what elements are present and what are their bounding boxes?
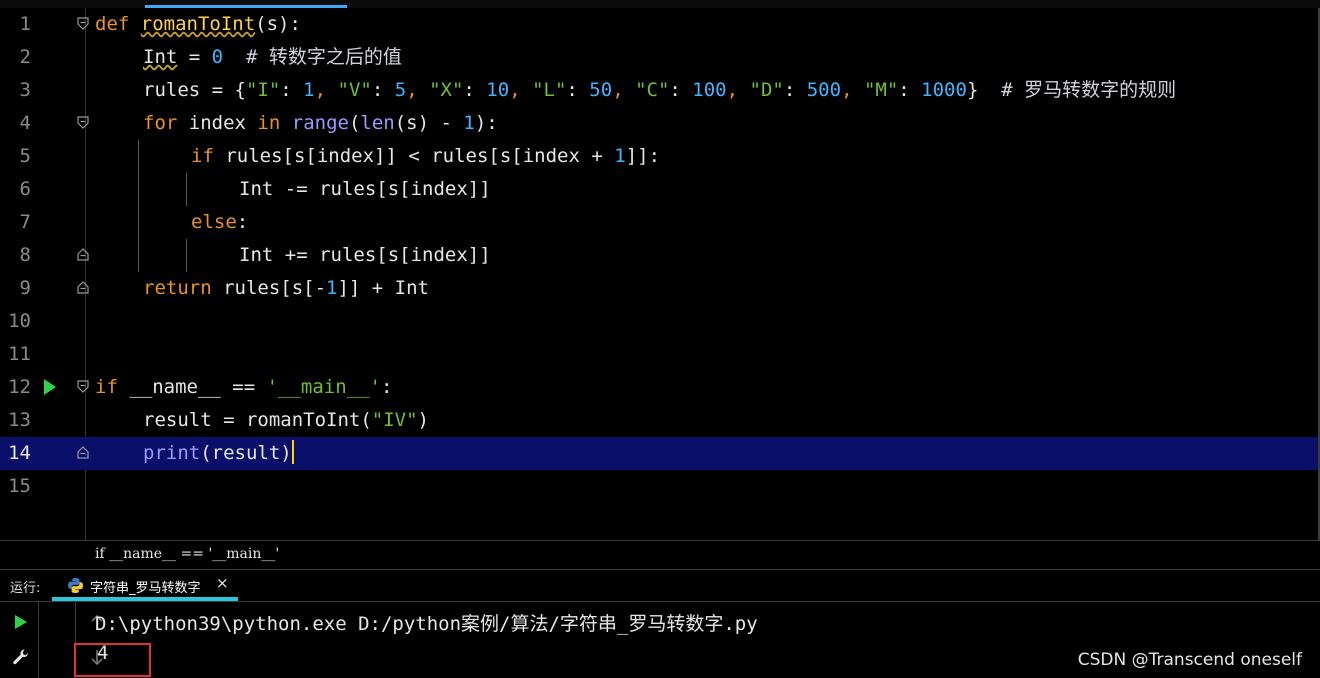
- watermark: CSDN @Transcend oneself: [1077, 650, 1302, 670]
- code-text[interactable]: result = romanToInt("IV"): [143, 404, 429, 437]
- line-number: 2: [19, 46, 31, 68]
- code-editor[interactable]: 1 def romanToInt(s): 2 Int = 0 # 转数字之后的值…: [0, 0, 1320, 540]
- code-text[interactable]: if rules[s[index]] < rules[s[index + 1]]…: [191, 140, 660, 173]
- fold-end-icon[interactable]: [77, 281, 89, 294]
- code-line[interactable]: 9 return rules[s[-1]] + Int: [0, 272, 1318, 305]
- code-text[interactable]: Int += rules[s[index]]: [239, 239, 491, 272]
- code-line[interactable]: 15: [0, 470, 1318, 503]
- python-icon: [68, 578, 83, 593]
- wrench-icon[interactable]: [12, 648, 30, 666]
- code-text[interactable]: if __name__ == '__main__':: [95, 371, 392, 404]
- code-line[interactable]: 13 result = romanToInt("IV"): [0, 404, 1318, 437]
- console-nav-toolbar: [39, 602, 103, 678]
- code-line[interactable]: 11: [0, 338, 1318, 371]
- code-text[interactable]: def romanToInt(s):: [95, 8, 301, 41]
- run-console[interactable]: D:\python39\python.exe D:/python案例/算法/字符…: [0, 602, 1320, 678]
- code-line[interactable]: 6 Int -= rules[s[index]]: [0, 173, 1318, 206]
- line-number: 9: [19, 277, 31, 299]
- text-caret: [291, 440, 294, 464]
- breadcrumb[interactable]: if __name__ == '__main__': [95, 546, 279, 562]
- line-number: 3: [19, 79, 31, 101]
- line-number: 13: [8, 409, 31, 431]
- code-line[interactable]: 1 def romanToInt(s):: [0, 8, 1318, 41]
- fold-open-icon[interactable]: [77, 17, 89, 30]
- active-run-tab-indicator: [52, 597, 238, 601]
- line-number: 4: [19, 112, 31, 134]
- code-line[interactable]: 3 rules = {"I": 1, "V": 5, "X": 10, "L":…: [0, 74, 1318, 107]
- code-text[interactable]: print(result): [143, 437, 294, 470]
- close-icon[interactable]: ×: [216, 574, 229, 592]
- line-number: 10: [8, 310, 31, 332]
- highlight-box: [74, 643, 151, 677]
- code-line[interactable]: 10: [0, 305, 1318, 338]
- code-line[interactable]: 4 for index in range(len(s) - 1):: [0, 107, 1318, 140]
- line-number: 15: [8, 475, 31, 497]
- run-gutter-icon[interactable]: [44, 379, 56, 395]
- code-line[interactable]: 5 if rules[s[index]] < rules[s[index + 1…: [0, 140, 1318, 173]
- code-text[interactable]: Int -= rules[s[index]]: [239, 173, 491, 206]
- line-number: 14: [8, 442, 31, 464]
- line-number: 8: [19, 244, 31, 266]
- line-number: 1: [19, 13, 31, 35]
- line-number: 12: [8, 376, 31, 398]
- code-line[interactable]: 2 Int = 0 # 转数字之后的值: [0, 41, 1318, 74]
- run-label: 运行:: [10, 581, 41, 596]
- code-line[interactable]: 7 else:: [0, 206, 1318, 239]
- fold-end-icon[interactable]: [77, 446, 89, 459]
- breadcrumb-bar: if __name__ == '__main__': [0, 540, 1320, 570]
- code-text[interactable]: return rules[s[-1]] + Int: [143, 272, 429, 305]
- line-number: 11: [8, 343, 31, 365]
- console-command-line: D:\python39\python.exe D:/python案例/算法/字符…: [95, 613, 758, 635]
- code-line[interactable]: 8 Int += rules[s[index]]: [0, 239, 1318, 272]
- code-text[interactable]: Int = 0 # 转数字之后的值: [143, 41, 402, 74]
- line-number: 6: [19, 178, 31, 200]
- rerun-play-icon[interactable]: [15, 615, 27, 629]
- code-text[interactable]: rules = {"I": 1, "V": 5, "X": 10, "L": 5…: [143, 74, 1176, 107]
- code-text[interactable]: else:: [191, 206, 248, 239]
- code-line[interactable]: 12 if __name__ == '__main__':: [0, 371, 1318, 404]
- run-toolbar: [0, 602, 39, 678]
- run-tab-label: 字符串_罗马转数字: [90, 581, 201, 596]
- line-number: 5: [19, 145, 31, 167]
- fold-open-icon[interactable]: [77, 116, 89, 129]
- line-number: 7: [19, 211, 31, 233]
- code-text[interactable]: for index in range(len(s) - 1):: [143, 107, 498, 140]
- current-code-line[interactable]: 14 print(result): [0, 437, 1318, 470]
- fold-end-icon[interactable]: [77, 248, 89, 261]
- fold-open-icon[interactable]: [77, 380, 89, 393]
